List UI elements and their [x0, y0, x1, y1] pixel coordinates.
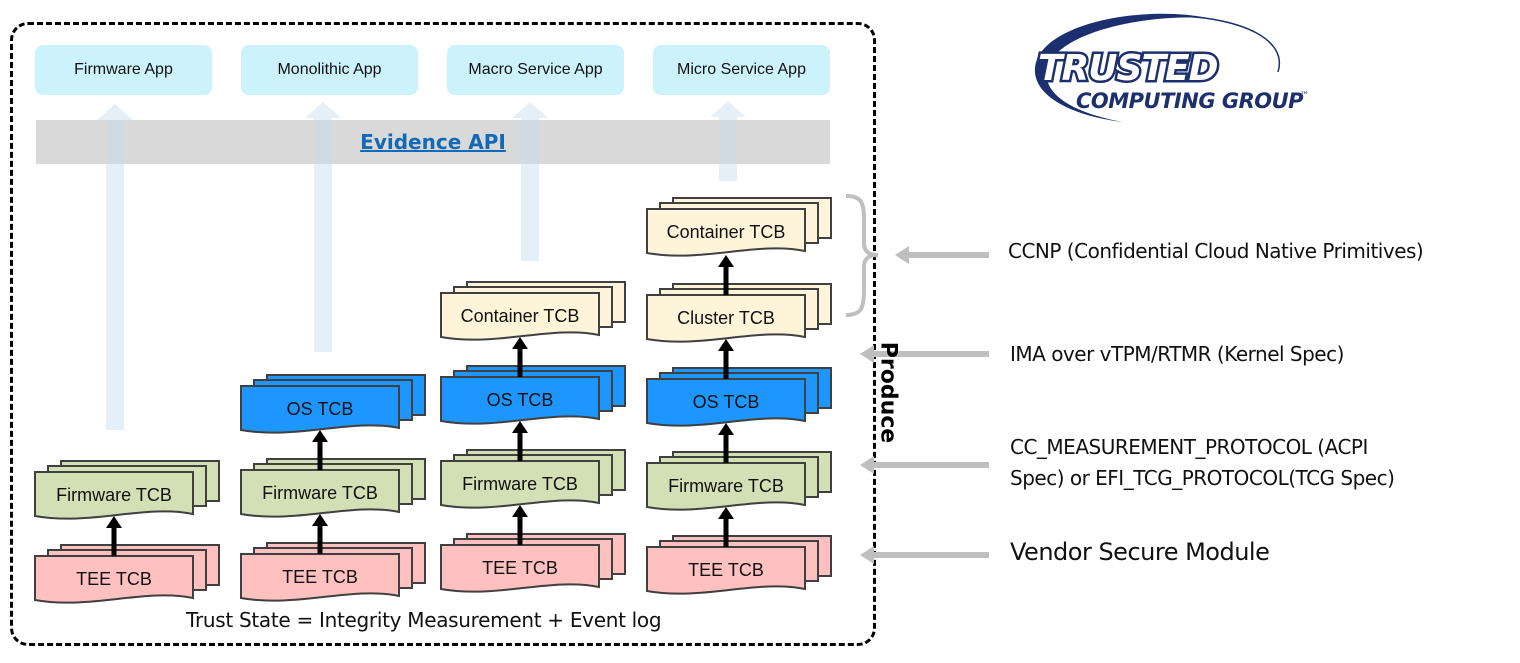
tcb-stack-container: Cluster TCB [646, 283, 832, 344]
tcb-stack-container: Container TCB [440, 281, 626, 342]
app-label: Micro Service App [677, 61, 806, 78]
tcb-stack-os: OS TCB [240, 374, 426, 435]
tcb-stack-firmware: Firmware TCB [240, 458, 426, 519]
ccnp-brace-icon [845, 194, 879, 317]
label-cc-measurement-line1: CC_MEASUREMENT_PROTOCOL (ACPI [1010, 435, 1368, 459]
app-label: Firmware App [74, 61, 173, 78]
logo-line2: COMPUTING GROUP [1076, 89, 1304, 113]
tcb-label: TEE TCB [688, 559, 764, 580]
tcb-label: Container TCB [666, 221, 786, 242]
tcb-label: TEE TCB [282, 566, 358, 587]
label-ccnp: CCNP (Confidential Cloud Native Primitiv… [1008, 239, 1424, 263]
app-micro-service: Micro Service App [653, 45, 830, 95]
tcb-stack-tee: TEE TCB [34, 544, 220, 605]
tcb-stack-tee: TEE TCB [440, 533, 626, 594]
produce-label: Produce [875, 341, 901, 444]
arrow-ccnp [895, 246, 989, 264]
tcb-stack-tee: TEE TCB [646, 535, 832, 596]
tcb-label: Firmware TCB [462, 473, 578, 494]
tcb-label: TEE TCB [482, 557, 558, 578]
tcb-stack-firmware: Firmware TCB [440, 449, 626, 510]
logo-tm: ™ [1300, 91, 1309, 101]
evidence-api-link[interactable]: Evidence API [36, 120, 830, 164]
tcb-stack-firmware: Firmware TCB [34, 460, 220, 521]
app-monolithic: Monolithic App [241, 45, 418, 95]
app-firmware: Firmware App [35, 45, 212, 95]
tcb-label: Firmware TCB [668, 475, 784, 496]
logo-line1: TRUSTED [1038, 48, 1218, 89]
tcb-label: OS TCB [692, 391, 760, 412]
tcb-stack-firmware: Firmware TCB [646, 451, 832, 512]
tcb-label: Firmware TCB [56, 484, 172, 505]
tcb-stack-os: OS TCB [646, 367, 832, 428]
trust-state-caption: Trust State = Integrity Measurement + Ev… [186, 608, 662, 632]
label-cc-measurement: CC_MEASUREMENT_PROTOCOL (ACPI Spec) or E… [1010, 432, 1395, 494]
arrow-vendor-secure-module [860, 546, 989, 564]
tcb-label: Cluster TCB [677, 307, 775, 328]
label-cc-measurement-line2: Spec) or EFI_TCG_PROTOCOL(TCG Spec) [1010, 466, 1395, 490]
label-ima: IMA over vTPM/RTMR (Kernel Spec) [1010, 342, 1344, 366]
tcb-label: Firmware TCB [262, 482, 378, 503]
label-vendor-secure-module: Vendor Secure Module [1010, 538, 1270, 566]
app-label: Monolithic App [277, 61, 382, 78]
tcb-label: TEE TCB [76, 568, 152, 589]
app-label: Macro Service App [468, 61, 603, 78]
tcb-stack-os: OS TCB [440, 365, 626, 426]
tcb-stack-tee: TEE TCB [240, 542, 426, 603]
tcg-logo: TRUSTED COMPUTING GROUP ™ [1034, 13, 1309, 122]
app-macro-service: Macro Service App [447, 45, 624, 95]
tcb-label: OS TCB [486, 389, 554, 410]
evidence-api-bar: Evidence API [36, 120, 830, 164]
tcb-label: Container TCB [460, 305, 580, 326]
tcb-stack-container: Container TCB [646, 197, 832, 258]
tcb-label: OS TCB [286, 398, 354, 419]
